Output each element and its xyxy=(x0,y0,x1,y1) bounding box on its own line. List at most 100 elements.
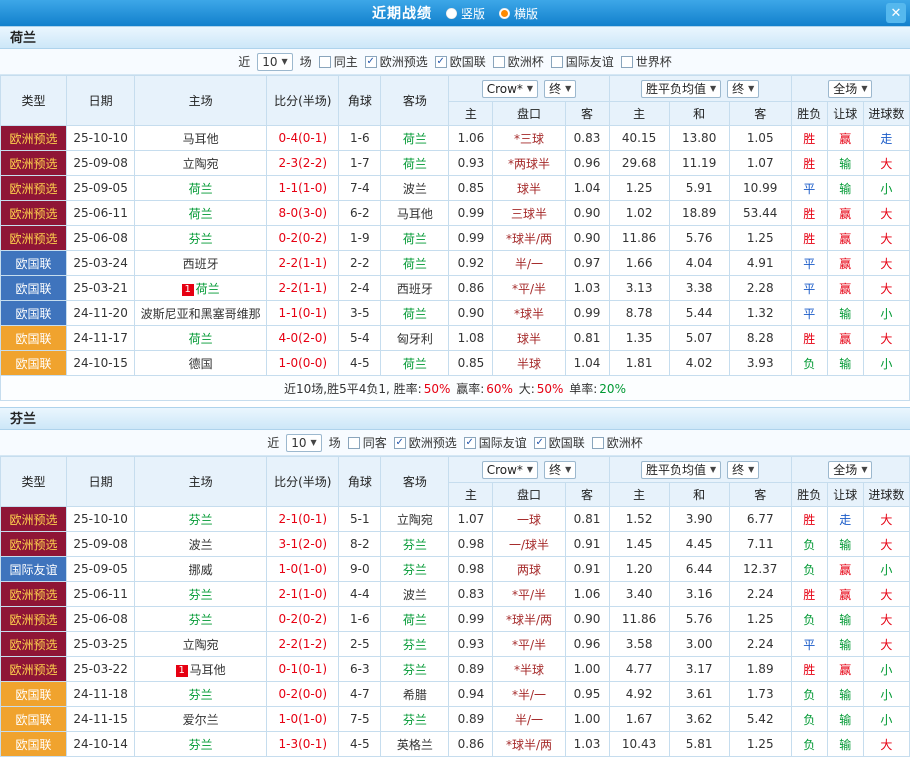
avg-home-cell: 29.68 xyxy=(609,151,669,176)
avg-home-cell: 11.86 xyxy=(609,226,669,251)
layout-radio-横版[interactable]: 横版 xyxy=(499,5,538,22)
result-cell: 负 xyxy=(791,557,827,582)
bookmaker-select[interactable]: Crow*▼ xyxy=(482,461,538,479)
handicap-cell: *三球 xyxy=(493,126,565,151)
date-cell: 24-11-15 xyxy=(67,707,135,732)
avg-away-cell: 1.89 xyxy=(729,657,791,682)
layout-radio-竖版[interactable]: 竖版 xyxy=(446,5,485,22)
handicap-cell: 半球 xyxy=(493,351,565,376)
select-value: 终 xyxy=(732,82,744,96)
filter-bar: 近10▼场同主✓欧洲预选✓欧国联欧洲杯国际友谊世界杯 xyxy=(0,49,910,75)
select-value: 10 xyxy=(291,436,306,450)
avg-away-cell: 1.07 xyxy=(729,151,791,176)
summary-row: 近10场,胜5平4负1, 胜率:50% 赢率:60% 大:50% 单率:20% xyxy=(1,376,910,401)
handicap-result-cell: 输 xyxy=(827,607,863,632)
avg-away-cell: 1.73 xyxy=(729,682,791,707)
column-header: 主场 xyxy=(135,457,267,507)
handicap-result-cell: 赢 xyxy=(827,326,863,351)
result-cell: 胜 xyxy=(791,582,827,607)
handicap-result-cell: 赢 xyxy=(827,657,863,682)
odds-home-cell: 0.93 xyxy=(449,151,493,176)
filter-checkbox-世界杯[interactable]: 世界杯 xyxy=(621,53,672,70)
column-subheader: 进球数 xyxy=(863,483,909,507)
column-header: 日期 xyxy=(67,457,135,507)
home-team-cell: 立陶宛 xyxy=(135,632,267,657)
match-row: 欧洲预选25-06-08芬兰0-2(0-2)1-6荷兰0.99*球半/两0.90… xyxy=(1,607,910,632)
period-select[interactable]: 全场▼ xyxy=(828,461,872,479)
summary-segment: 单率: xyxy=(565,382,597,396)
score-cell: 1-1(1-0) xyxy=(267,176,339,201)
filter-checkbox-同主[interactable]: 同主 xyxy=(319,53,358,70)
bookmaker-select[interactable]: Crow*▼ xyxy=(482,80,538,98)
matches-table: 类型日期主场比分(半场)角球客场Crow*▼终▼胜平负均值▼终▼全场▼主盘口客主… xyxy=(0,75,910,401)
match-row: 国际友谊25-09-05挪威1-0(1-0)9-0芬兰0.98两球0.911.2… xyxy=(1,557,910,582)
avg-time-select[interactable]: 终▼ xyxy=(727,80,759,98)
handicap-result-cell: 输 xyxy=(827,176,863,201)
avg-type-select[interactable]: 胜平负均值▼ xyxy=(641,461,721,479)
filter-checkbox-欧洲预选[interactable]: ✓欧洲预选 xyxy=(394,434,457,451)
odds-away-cell: 0.83 xyxy=(565,126,609,151)
avg-home-cell: 1.81 xyxy=(609,351,669,376)
close-button[interactable]: ✕ xyxy=(886,3,906,23)
avg-away-cell: 2.28 xyxy=(729,276,791,301)
avg-home-cell: 3.13 xyxy=(609,276,669,301)
competition-cell: 欧洲预选 xyxy=(1,176,67,201)
filter-checkbox-欧国联[interactable]: ✓欧国联 xyxy=(534,434,585,451)
date-cell: 25-09-08 xyxy=(67,532,135,557)
handicap-cell: *球半/两 xyxy=(493,732,565,757)
score-cell: 0-4(0-1) xyxy=(267,126,339,151)
checkbox-icon: ✓ xyxy=(365,56,377,68)
odds-home-cell: 0.83 xyxy=(449,582,493,607)
corner-cell: 9-0 xyxy=(339,557,381,582)
handicap-result-cell: 输 xyxy=(827,732,863,757)
avg-time-select[interactable]: 终▼ xyxy=(727,461,759,479)
result-cell: 胜 xyxy=(791,201,827,226)
result-cell: 胜 xyxy=(791,226,827,251)
away-team-cell: 立陶宛 xyxy=(381,507,449,532)
avg-draw-cell: 5.07 xyxy=(669,326,729,351)
checkbox-label: 同主 xyxy=(334,53,358,70)
summary-segment: 赢率: xyxy=(452,382,484,396)
checkbox-icon xyxy=(319,56,331,68)
date-cell: 25-03-24 xyxy=(67,251,135,276)
column-subheader: 主 xyxy=(449,483,493,507)
handicap-result-cell: 赢 xyxy=(827,126,863,151)
filter-checkbox-国际友谊[interactable]: ✓国际友谊 xyxy=(464,434,527,451)
avg-home-cell: 3.58 xyxy=(609,632,669,657)
filter-checkbox-欧洲预选[interactable]: ✓欧洲预选 xyxy=(365,53,428,70)
odds-time-select[interactable]: 终▼ xyxy=(544,80,576,98)
avg-type-select[interactable]: 胜平负均值▼ xyxy=(641,80,721,98)
handicap-result-cell: 输 xyxy=(827,682,863,707)
result-cell: 平 xyxy=(791,301,827,326)
result-cell: 胜 xyxy=(791,126,827,151)
avg-home-cell: 1.66 xyxy=(609,251,669,276)
odds-away-cell: 0.90 xyxy=(565,201,609,226)
handicap-result-cell: 走 xyxy=(827,507,863,532)
chevron-down-icon: ▼ xyxy=(527,82,533,96)
odds-home-cell: 0.85 xyxy=(449,351,493,376)
handicap-result-cell: 赢 xyxy=(827,276,863,301)
competition-cell: 欧国联 xyxy=(1,251,67,276)
filter-checkbox-国际友谊[interactable]: 国际友谊 xyxy=(551,53,614,70)
period-select[interactable]: 全场▼ xyxy=(828,80,872,98)
filter-checkbox-欧洲杯[interactable]: 欧洲杯 xyxy=(592,434,643,451)
odds-home-cell: 1.08 xyxy=(449,326,493,351)
date-cell: 25-09-08 xyxy=(67,151,135,176)
corner-cell: 6-2 xyxy=(339,201,381,226)
match-row: 欧国联24-11-17荷兰4-0(2-0)5-4匈牙利1.08球半0.811.3… xyxy=(1,326,910,351)
corner-cell: 4-4 xyxy=(339,582,381,607)
filter-checkbox-同客[interactable]: 同客 xyxy=(348,434,387,451)
match-count-select[interactable]: 10▼ xyxy=(286,434,321,452)
result-cell: 负 xyxy=(791,732,827,757)
competition-cell: 欧洲预选 xyxy=(1,657,67,682)
avg-away-cell: 2.24 xyxy=(729,632,791,657)
corner-cell: 2-4 xyxy=(339,276,381,301)
filter-checkbox-欧国联[interactable]: ✓欧国联 xyxy=(435,53,486,70)
odds-away-cell: 1.03 xyxy=(565,276,609,301)
avg-home-cell: 3.40 xyxy=(609,582,669,607)
filter-checkbox-欧洲杯[interactable]: 欧洲杯 xyxy=(493,53,544,70)
match-count-select[interactable]: 10▼ xyxy=(257,53,292,71)
checkbox-label: 欧洲预选 xyxy=(409,434,457,451)
result-group-header: 全场▼ xyxy=(791,76,909,102)
odds-time-select[interactable]: 终▼ xyxy=(544,461,576,479)
